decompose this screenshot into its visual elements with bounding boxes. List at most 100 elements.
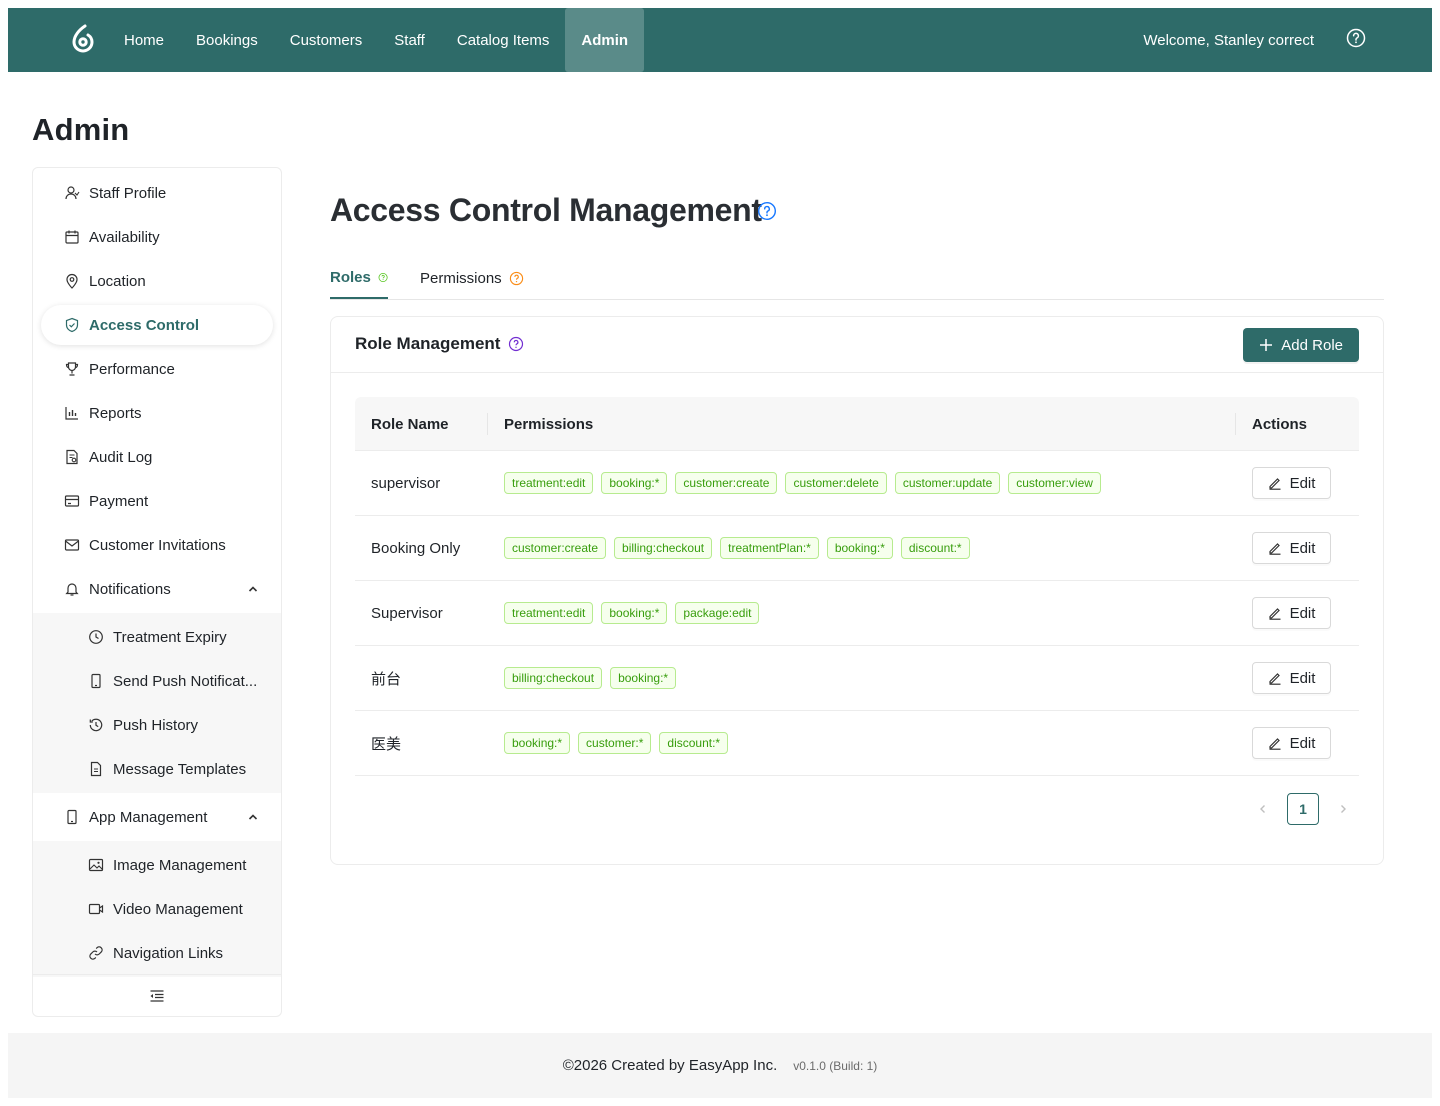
sidebar-item-label: Video Management <box>113 900 243 918</box>
sidebar-item-send-push[interactable]: Send Push Notificat... <box>33 661 281 701</box>
add-role-button[interactable]: Add Role <box>1243 328 1359 362</box>
sidebar-item-audit-log[interactable]: Audit Log <box>33 437 281 477</box>
sidebar-item-navigation-links[interactable]: Navigation Links <box>33 933 281 973</box>
permission-tag: billing:checkout <box>614 537 713 559</box>
shield-icon <box>65 317 79 333</box>
nav-bookings[interactable]: Bookings <box>180 8 274 72</box>
admin-sidebar: Staff Profile Availability Location Acce… <box>32 167 282 1017</box>
permission-tag: booking:* <box>826 537 893 559</box>
audit-icon <box>66 449 78 465</box>
card-header: Role Management Add Role <box>331 317 1383 373</box>
edit-icon <box>1268 543 1281 555</box>
edit-icon <box>1268 478 1281 490</box>
sidebar-item-label: Image Management <box>113 856 247 874</box>
top-navigation-bar: Home Bookings Customers Staff Catalog It… <box>8 8 1432 72</box>
permission-tag: customer:view <box>1008 472 1101 494</box>
permissions-cell: booking:* customer:* discount:* <box>504 711 729 775</box>
link-icon <box>89 946 103 960</box>
file-icon <box>90 761 102 777</box>
edit-label: Edit <box>1289 539 1316 557</box>
help-icon[interactable] <box>1346 28 1366 48</box>
role-name-cell: Booking Only <box>371 539 461 557</box>
role-name-cell: 医美 <box>371 735 402 753</box>
sidebar-item-push-history[interactable]: Push History <box>33 705 281 745</box>
prev-page-button[interactable] <box>1247 793 1279 825</box>
question-icon[interactable] <box>509 271 524 286</box>
mobile-icon <box>67 809 77 825</box>
table-row: 医美 booking:* customer:* discount:* Edit <box>355 711 1359 776</box>
sidebar-collapse-button[interactable] <box>33 974 281 1016</box>
sidebar-item-label: Access Control <box>89 316 200 334</box>
sidebar-item-label: Treatment Expiry <box>113 628 227 646</box>
nav-catalog-items[interactable]: Catalog Items <box>441 8 566 72</box>
tab-bar: Roles Permissions <box>330 258 1384 300</box>
edit-role-button[interactable]: Edit <box>1252 467 1331 499</box>
permission-tag: customer:update <box>894 472 1001 494</box>
edit-role-button[interactable]: Edit <box>1252 662 1331 694</box>
edit-label: Edit <box>1289 604 1316 622</box>
app-frame: Home Bookings Customers Staff Catalog It… <box>8 8 1432 1098</box>
help-icon[interactable] <box>757 201 777 221</box>
main-nav: Home Bookings Customers Staff Catalog It… <box>108 8 645 72</box>
sidebar-item-label: Push History <box>113 716 199 734</box>
page-number-button[interactable]: 1 <box>1287 793 1319 825</box>
main-title: Access Control Management <box>330 192 762 228</box>
sidebar-item-label: Customer Invitations <box>89 536 226 554</box>
role-name-cell: supervisor <box>371 474 441 492</box>
tab-permissions[interactable]: Permissions <box>420 258 524 299</box>
sidebar-item-notifications[interactable]: Notifications <box>33 569 281 609</box>
nav-staff[interactable]: Staff <box>378 8 441 72</box>
sidebar-item-app-management[interactable]: App Management <box>33 797 281 837</box>
permissions-cell: treatment:edit booking:* customer:create cu… <box>504 451 1101 515</box>
sidebar-item-location[interactable]: Location <box>33 261 281 301</box>
sidebar-item-performance[interactable]: Performance <box>33 349 281 389</box>
footer-copyright: ©2026 Created by EasyApp Inc. <box>562 1057 778 1074</box>
nav-customers[interactable]: Customers <box>274 8 379 72</box>
credit-card-icon <box>64 495 80 507</box>
pagination: 1 <box>1247 793 1359 825</box>
sidebar-item-label: Payment <box>89 492 149 510</box>
sidebar-item-payment[interactable]: Payment <box>33 481 281 521</box>
sidebar-item-treatment-expiry[interactable]: Treatment Expiry <box>33 617 281 657</box>
location-pin-icon <box>66 273 78 289</box>
chevron-left-icon <box>1260 805 1265 813</box>
welcome-user[interactable]: Welcome, Stanley correct <box>1143 8 1314 72</box>
sidebar-item-staff-profile[interactable]: Staff Profile <box>33 173 281 213</box>
permissions-cell: billing:checkout booking:* <box>504 646 677 710</box>
chevron-right-icon <box>1341 805 1346 813</box>
clock-icon <box>89 630 103 644</box>
question-icon[interactable] <box>378 270 388 285</box>
table-header: Role Name Permissions Actions <box>355 397 1359 451</box>
mobile-icon <box>91 673 101 689</box>
card-title-text: Role Management <box>355 334 501 353</box>
sidebar-item-availability[interactable]: Availability <box>33 217 281 257</box>
role-management-card: Role Management Add Role Role Name Permi… <box>330 316 1384 865</box>
nav-home[interactable]: Home <box>108 8 180 72</box>
sidebar-item-label: Staff Profile <box>89 184 167 202</box>
sidebar-item-label: Audit Log <box>89 448 153 466</box>
tab-roles[interactable]: Roles <box>330 258 388 299</box>
sidebar-item-image-management[interactable]: Image Management <box>33 845 281 885</box>
sidebar-item-video-management[interactable]: Video Management <box>33 889 281 929</box>
next-page-button[interactable] <box>1327 793 1359 825</box>
column-header-actions: Actions <box>1252 415 1308 433</box>
permission-tag: booking:* <box>504 732 571 754</box>
brand-logo-icon[interactable] <box>70 24 96 54</box>
sidebar-item-label: Navigation Links <box>113 944 224 962</box>
edit-role-button[interactable]: Edit <box>1252 727 1331 759</box>
edit-role-button[interactable]: Edit <box>1252 532 1331 564</box>
sidebar-item-reports[interactable]: Reports <box>33 393 281 433</box>
sidebar-item-label: Send Push Notificat... <box>113 672 258 690</box>
nav-admin[interactable]: Admin <box>565 8 645 72</box>
question-icon[interactable] <box>508 336 524 352</box>
edit-role-button[interactable]: Edit <box>1252 597 1331 629</box>
sidebar-item-message-templates[interactable]: Message Templates <box>33 749 281 789</box>
sidebar-item-customer-invitations[interactable]: Customer Invitations <box>33 525 281 565</box>
role-name-cell: Supervisor <box>371 604 443 622</box>
sidebar-item-access-control[interactable]: Access Control <box>41 305 273 345</box>
role-name-cell: 前台 <box>371 670 402 688</box>
mail-icon <box>64 539 80 551</box>
plus-icon <box>1260 339 1273 351</box>
column-divider <box>487 413 488 435</box>
permissions-cell: customer:create billing:checkout treatment… <box>504 516 970 580</box>
